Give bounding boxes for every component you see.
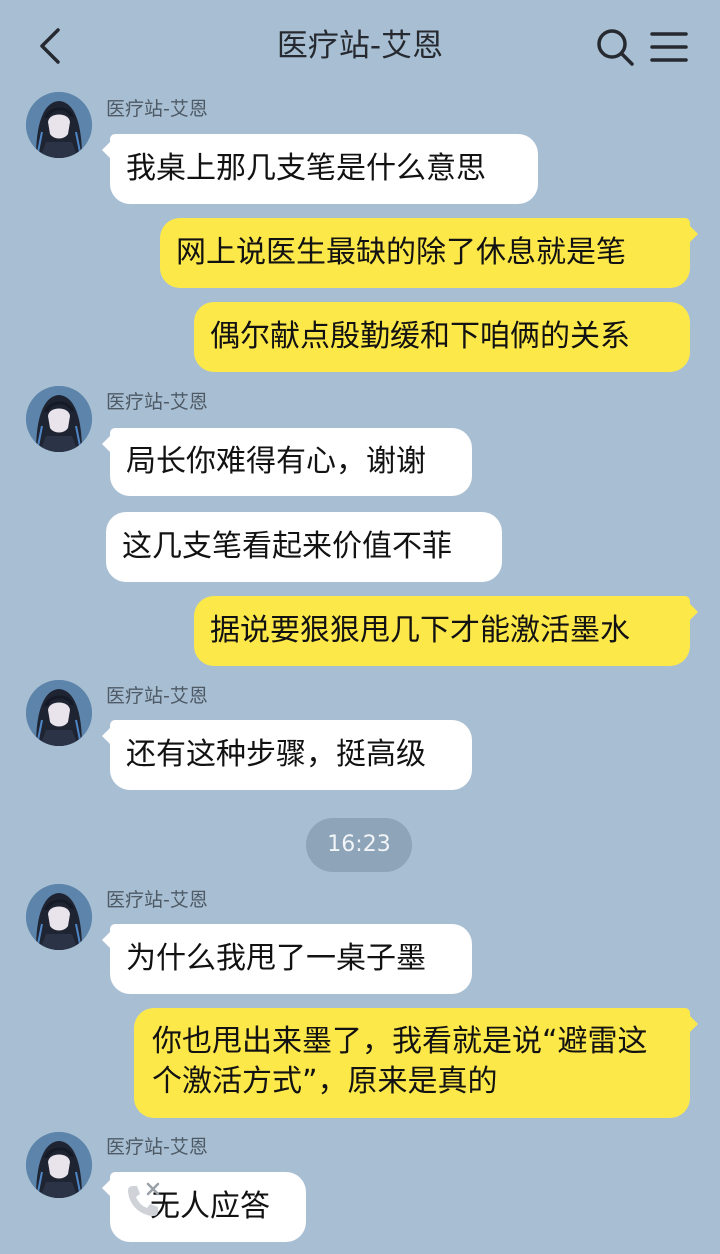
message-bubble-incoming[interactable]: 还有这种步骤，挺高级 — [102, 720, 472, 790]
message-text: 无人应答 — [150, 1189, 270, 1224]
menu-button[interactable] — [648, 26, 690, 68]
message-bubble-incoming[interactable]: 这几支笔看起来价值不菲 — [106, 512, 502, 582]
avatar[interactable] — [26, 92, 92, 158]
avatar[interactable] — [26, 386, 92, 452]
sender-name: 医疗站-艾恩 — [106, 685, 208, 707]
avatar-image — [26, 1132, 92, 1198]
message-text: 还有这种步骤，挺高级 — [126, 737, 426, 772]
message-bubble-incoming[interactable]: 为什么我甩了一桌子墨 — [102, 924, 472, 994]
missed-call-icon — [128, 1182, 160, 1216]
timestamp-badge: 16:23 — [306, 818, 412, 872]
message-bubble-outgoing[interactable]: 你也甩出来墨了，我看就是说“避雷这个激活方式”，原来是真的 — [134, 1008, 698, 1118]
message-bubble-outgoing[interactable]: 据说要狠狠甩几下才能激活墨水 — [194, 596, 698, 666]
avatar-image — [26, 884, 92, 950]
message-bubble-incoming[interactable]: 局长你难得有心，谢谢 — [102, 428, 472, 496]
message-text: 我桌上那几支笔是什么意思 — [126, 151, 486, 186]
message-bubble-outgoing[interactable]: 网上说医生最缺的除了休息就是笔 — [160, 218, 698, 288]
avatar[interactable] — [26, 884, 92, 950]
sender-name: 医疗站-艾恩 — [106, 1136, 208, 1158]
search-button[interactable] — [594, 26, 636, 68]
avatar[interactable] — [26, 1132, 92, 1198]
menu-icon — [650, 32, 688, 62]
message-text: 网上说医生最缺的除了休息就是笔 — [176, 235, 626, 270]
message-text: 偶尔献点殷勤缓和下咱俩的关系 — [210, 319, 630, 354]
message-text: 据说要狠狠甩几下才能激活墨水 — [210, 613, 630, 648]
avatar-image — [26, 680, 92, 746]
message-text: 为什么我甩了一桌子墨 — [126, 941, 426, 976]
sender-name: 医疗站-艾恩 — [106, 98, 208, 120]
message-text: 你也甩出来墨了，我看就是说“避雷这个激活方式”，原来是真的 — [152, 1024, 648, 1099]
top-bar: 医疗站-艾恩 — [0, 0, 720, 92]
message-text: 局长你难得有心，谢谢 — [126, 444, 426, 479]
missed-call-bubble[interactable]: 无人应答 — [102, 1172, 306, 1242]
avatar-image — [26, 92, 92, 158]
sender-name: 医疗站-艾恩 — [106, 391, 208, 413]
message-text: 这几支笔看起来价值不菲 — [122, 529, 452, 564]
sender-name: 医疗站-艾恩 — [106, 889, 208, 911]
avatar[interactable] — [26, 680, 92, 746]
avatar-image — [26, 386, 92, 452]
message-bubble-outgoing[interactable]: 偶尔献点殷勤缓和下咱俩的关系 — [194, 302, 690, 372]
search-icon — [597, 29, 634, 66]
message-bubble-incoming[interactable]: 我桌上那几支笔是什么意思 — [102, 134, 538, 204]
